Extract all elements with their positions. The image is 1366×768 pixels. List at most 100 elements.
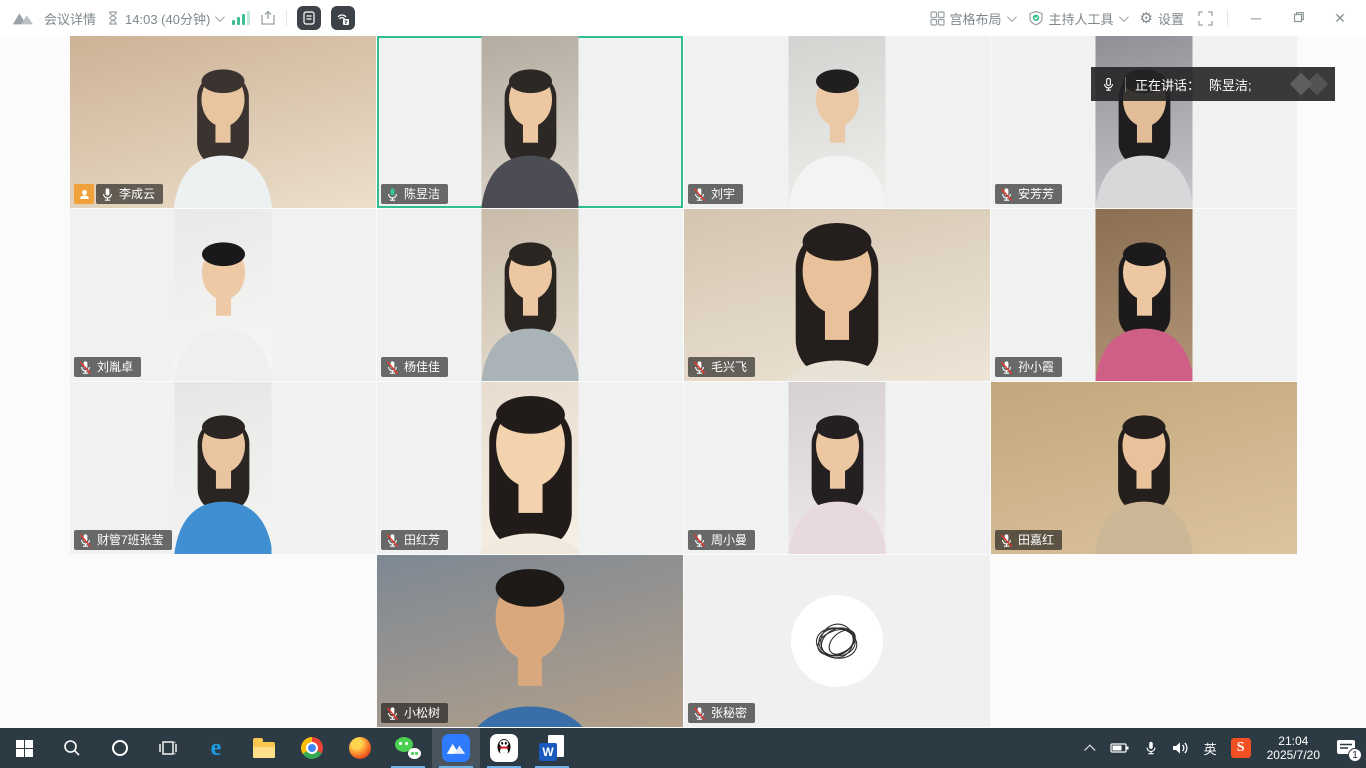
name-tag-row: 刘宇: [688, 184, 743, 204]
divider: [1125, 77, 1126, 92]
participant-tile-10[interactable]: 田红芳: [377, 382, 683, 554]
name-tag-row: 田红芳: [381, 530, 448, 550]
settings-button[interactable]: ⚙ 设置: [1140, 9, 1184, 28]
participant-tile-1[interactable]: 李成云: [70, 36, 376, 208]
settings-label: 设置: [1158, 9, 1184, 28]
tray-battery[interactable]: [1104, 728, 1136, 768]
participant-name: 孙小霞: [1018, 359, 1054, 375]
maximize-button[interactable]: [1284, 10, 1312, 26]
taskbar-firefox-icon[interactable]: [336, 728, 384, 768]
name-tag: 陈昱洁: [381, 184, 448, 204]
participant-tile-14[interactable]: 张秘密: [684, 555, 990, 727]
timer-label: 14:03 (40分钟): [125, 9, 210, 28]
participant-name: 张秘密: [711, 705, 747, 721]
search-icon: [62, 738, 82, 758]
participant-tile-2[interactable]: 陈昱洁: [377, 36, 683, 208]
battery-icon: [1110, 742, 1130, 754]
participant-tile-4[interactable]: 安芳芳: [991, 36, 1297, 208]
firefox-icon: [349, 737, 371, 759]
tray-volume[interactable]: [1166, 728, 1196, 768]
name-tag: 孙小霞: [995, 357, 1062, 377]
taskbar-search-button[interactable]: [48, 728, 96, 768]
name-tag-row: 毛兴飞: [688, 357, 755, 377]
meeting-notes-icon[interactable]: [297, 6, 321, 30]
mic-status-icon: [78, 360, 93, 375]
participant-name: 田红芳: [404, 532, 440, 548]
fullscreen-icon[interactable]: [1198, 11, 1213, 26]
task-view-button[interactable]: [144, 728, 192, 768]
participant-name: 周小曼: [711, 532, 747, 548]
mic-status-icon: [999, 187, 1014, 202]
share-screen-icon[interactable]: [260, 10, 276, 26]
notification-count-badge: 1: [1348, 748, 1362, 762]
participant-video: [991, 382, 1297, 554]
meeting-details-link[interactable]: 会议详情: [44, 9, 96, 28]
live-caption-icon[interactable]: [331, 6, 355, 30]
clock-time: 21:04: [1278, 734, 1308, 748]
tray-clock[interactable]: 21:04 2025/7/20: [1259, 728, 1328, 768]
name-tag: 刘宇: [688, 184, 743, 204]
participant-name: 陈昱洁: [404, 186, 440, 202]
tray-sogou-input[interactable]: S: [1225, 728, 1257, 768]
gear-icon: ⚙: [1140, 9, 1153, 27]
taskbar-word-icon[interactable]: W: [528, 728, 576, 768]
mic-status-icon: [385, 706, 400, 721]
participant-tile-12[interactable]: 田嘉红: [991, 382, 1297, 554]
participant-name: 刘胤卓: [97, 359, 133, 375]
taskbar-qq-icon[interactable]: [480, 728, 528, 768]
name-tag-row: 小松树: [381, 703, 448, 723]
taskbar-chrome-icon[interactable]: [288, 728, 336, 768]
wechat-icon: [395, 737, 421, 759]
name-tag-row: 安芳芳: [995, 184, 1062, 204]
meeting-timer[interactable]: 14:03 (40分钟): [106, 9, 222, 28]
person-silhouette: [482, 50, 579, 208]
participant-video: [1096, 36, 1193, 208]
host-tools-button[interactable]: 主持人工具: [1028, 9, 1126, 28]
participant-video: [70, 36, 376, 208]
person-silhouette: [175, 396, 272, 554]
chevron-down-icon: [1006, 12, 1016, 22]
taskbar-edge-icon[interactable]: e: [192, 728, 240, 768]
participant-tile-9[interactable]: 财管7班张莹: [70, 382, 376, 554]
mic-status-icon: [999, 360, 1014, 375]
taskbar-wechat-icon[interactable]: [384, 728, 432, 768]
tray-input-language[interactable]: 英: [1198, 728, 1223, 768]
mic-status-icon: [692, 706, 707, 721]
qq-icon: [490, 734, 518, 762]
taskbar-file-explorer-icon[interactable]: [240, 728, 288, 768]
tray-show-hidden-icons[interactable]: [1082, 728, 1102, 768]
participant-tile-3[interactable]: 刘宇: [684, 36, 990, 208]
shield-icon: [1028, 10, 1044, 26]
name-tag-row: 李成云: [74, 184, 163, 204]
chevron-down-icon: [1118, 12, 1128, 22]
minimize-button[interactable]: ─: [1242, 10, 1270, 26]
tray-microphone[interactable]: [1138, 728, 1164, 768]
action-center-button[interactable]: 1: [1330, 728, 1362, 768]
name-tag: 财管7班张莹: [74, 530, 172, 550]
participant-video: [789, 382, 886, 554]
edge-icon: e: [211, 737, 222, 759]
participant-tile-8[interactable]: 孙小霞: [991, 209, 1297, 381]
participant-tile-5[interactable]: 刘胤卓: [70, 209, 376, 381]
scribble-avatar-icon: [805, 609, 869, 673]
participant-tile-11[interactable]: 周小曼: [684, 382, 990, 554]
logo-watermark: [1285, 70, 1331, 98]
close-button[interactable]: ✕: [1326, 10, 1354, 27]
network-signal-icon: [232, 11, 250, 25]
mic-status-icon: [692, 187, 707, 202]
mic-status-icon: [692, 360, 707, 375]
start-button[interactable]: [0, 728, 48, 768]
participant-tile-6[interactable]: 杨佳佳: [377, 209, 683, 381]
hourglass-icon: [106, 11, 120, 25]
layout-switcher[interactable]: 宫格布局: [930, 9, 1014, 28]
word-icon: W: [539, 735, 565, 761]
participant-tile-7[interactable]: 毛兴飞: [684, 209, 990, 381]
taskbar-meeting-app-icon[interactable]: [432, 728, 480, 768]
participant-tile-13[interactable]: 小松树: [377, 555, 683, 727]
cortana-button[interactable]: [96, 728, 144, 768]
participant-video: [789, 36, 886, 208]
person-silhouette: [175, 223, 272, 381]
mic-status-icon: [385, 533, 400, 548]
name-tag-row: 孙小霞: [995, 357, 1062, 377]
person-silhouette: [789, 396, 886, 554]
